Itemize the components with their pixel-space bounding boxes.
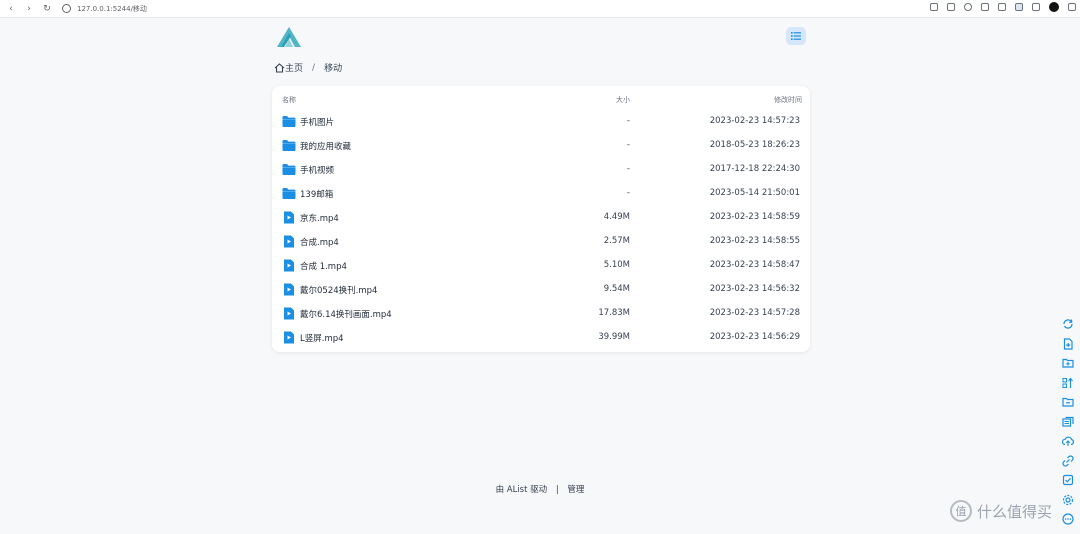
file-list: 名称 大小 修改时间 手机图片 - 2023-02-23 14:57:23 我的应用收… [272,86,810,352]
folder-icon [282,140,296,151]
video-file-icon [284,235,294,248]
file-name[interactable]: 京东.mp4 [300,212,339,224]
footer: 由 AList 驱动 | 管理 [0,483,1080,495]
file-size: 17.83M [598,308,630,318]
edit-icon[interactable] [930,3,938,11]
more-icon[interactable] [1062,513,1074,525]
file-row[interactable]: 合成.mp4 2.57M 2023-02-23 14:58:55 [272,230,810,254]
file-modified: 2017-12-18 22:24:30 [709,164,800,174]
video-file-icon [284,307,294,320]
file-modified: 2023-02-23 14:58:47 [709,260,800,270]
reload-icon[interactable]: ↻ [40,2,54,16]
video-file-icon [284,259,294,272]
folder-icon [282,188,296,199]
extension-circle-icon[interactable] [1049,2,1059,12]
file-row[interactable]: 手机视频 - 2017-12-18 22:24:30 [272,158,810,182]
file-name[interactable]: 合成.mp4 [300,236,339,248]
extensions-icon[interactable] [998,3,1006,11]
file-size: 5.10M [603,260,630,270]
move-icon[interactable] [1062,396,1074,408]
file-name[interactable]: L竖屏.mp4 [300,332,344,344]
file-name[interactable]: 合成 1.mp4 [300,260,347,272]
file-row[interactable]: L竖屏.mp4 39.99M 2023-02-23 14:56:29 [272,326,810,350]
column-modified-header[interactable]: 修改时间 [774,95,802,105]
video-file-icon [284,331,294,344]
file-name[interactable]: 手机视频 [300,164,334,176]
new-folder-icon[interactable] [1062,357,1074,369]
refresh-icon[interactable] [1062,318,1074,330]
breadcrumb-current[interactable]: 移动 [324,61,342,74]
back-icon[interactable]: ‹ [4,2,18,16]
file-size: 2.57M [603,236,630,246]
manage-link[interactable]: 管理 [567,485,584,495]
file-name[interactable]: 我的应用收藏 [300,140,351,152]
file-size: 4.49M [603,212,630,222]
video-file-icon [284,211,294,224]
sort-icon[interactable] [1062,377,1074,389]
copy-icon[interactable] [1062,416,1074,428]
side-toolbar [1062,318,1076,533]
download-icon[interactable] [981,3,989,11]
check-icon[interactable] [1062,474,1074,486]
file-modified: 2023-02-23 14:58:55 [709,236,800,246]
file-list-header: 名称 大小 修改时间 [272,86,810,112]
forward-icon[interactable]: › [22,2,36,16]
file-modified: 2023-05-14 21:50:01 [709,188,800,198]
file-row[interactable]: 戴尔0524换刊.mp4 9.54M 2023-02-23 14:56:32 [272,278,810,302]
file-size: - [626,116,630,126]
breadcrumb-home[interactable]: 主页 [285,61,303,74]
file-modified: 2023-02-23 14:58:59 [709,212,800,222]
file-modified: 2023-02-23 14:56:29 [709,332,800,342]
list-icon [791,32,801,40]
url-text: 127.0.0.1:5244/移动 [77,4,147,13]
file-row[interactable]: 手机图片 - 2023-02-23 14:57:23 [272,110,810,134]
browser-toolbar: ‹ › ↻ 127.0.0.1:5244/移动 [0,0,1080,18]
watermark-text: 什么值得买 [977,502,1053,521]
file-name[interactable]: 戴尔6.14换刊画面.mp4 [300,308,392,320]
file-name[interactable]: 戴尔0524换刊.mp4 [300,284,377,296]
layout-toggle-button[interactable] [786,27,806,45]
file-name[interactable]: 手机图片 [300,116,334,128]
site-info-icon[interactable] [62,4,71,13]
new-file-icon[interactable] [1062,337,1074,350]
powered-by-link[interactable]: 由 AList 驱动 [496,485,548,495]
watermark-logo: 值 [950,500,972,522]
breadcrumb: 主页 / 移动 [274,61,342,74]
upload-icon[interactable] [1062,435,1074,447]
camera-icon[interactable] [947,3,955,11]
heart-icon[interactable] [964,3,972,11]
home-icon[interactable] [274,62,285,73]
file-row[interactable]: 戴尔6.14换刊画面.mp4 17.83M 2023-02-23 14:57:28 [272,302,810,326]
file-modified: 2023-02-23 14:57:28 [709,308,800,318]
breadcrumb-separator: / [312,62,316,73]
file-modified: 2018-05-23 18:26:23 [709,140,800,150]
file-modified: 2023-02-23 14:57:23 [709,116,800,126]
file-row[interactable]: 139邮箱 - 2023-05-14 21:50:01 [272,182,810,206]
file-size: - [626,164,630,174]
footer-separator: | [555,485,559,495]
address-bar[interactable]: 127.0.0.1:5244/移动 [62,4,147,14]
profile-icon[interactable] [1015,3,1023,11]
column-name-header[interactable]: 名称 [282,95,296,105]
cube-icon[interactable] [1068,3,1076,11]
column-size-header[interactable]: 大小 [616,95,630,105]
link-icon[interactable] [1062,454,1074,467]
file-row[interactable]: 合成 1.mp4 5.10M 2023-02-23 14:58:47 [272,254,810,278]
folder-icon [282,164,296,175]
video-file-icon [284,283,294,296]
file-name[interactable]: 139邮箱 [300,188,333,200]
settings-icon[interactable] [1062,494,1074,506]
alist-logo-icon[interactable] [276,26,302,48]
file-size: 9.54M [603,284,630,294]
file-row[interactable]: 我的应用收藏 - 2018-05-23 18:26:23 [272,134,810,158]
file-modified: 2023-02-23 14:56:32 [709,284,800,294]
file-row[interactable]: 京东.mp4 4.49M 2023-02-23 14:58:59 [272,206,810,230]
folder-icon [282,116,296,127]
file-size: - [626,140,630,150]
file-size: 39.99M [598,332,630,342]
extensions-area [930,2,1076,12]
menu-dots-icon[interactable] [1032,3,1040,11]
file-size: - [626,188,630,198]
watermark: 值 什么值得买 [950,500,1052,522]
